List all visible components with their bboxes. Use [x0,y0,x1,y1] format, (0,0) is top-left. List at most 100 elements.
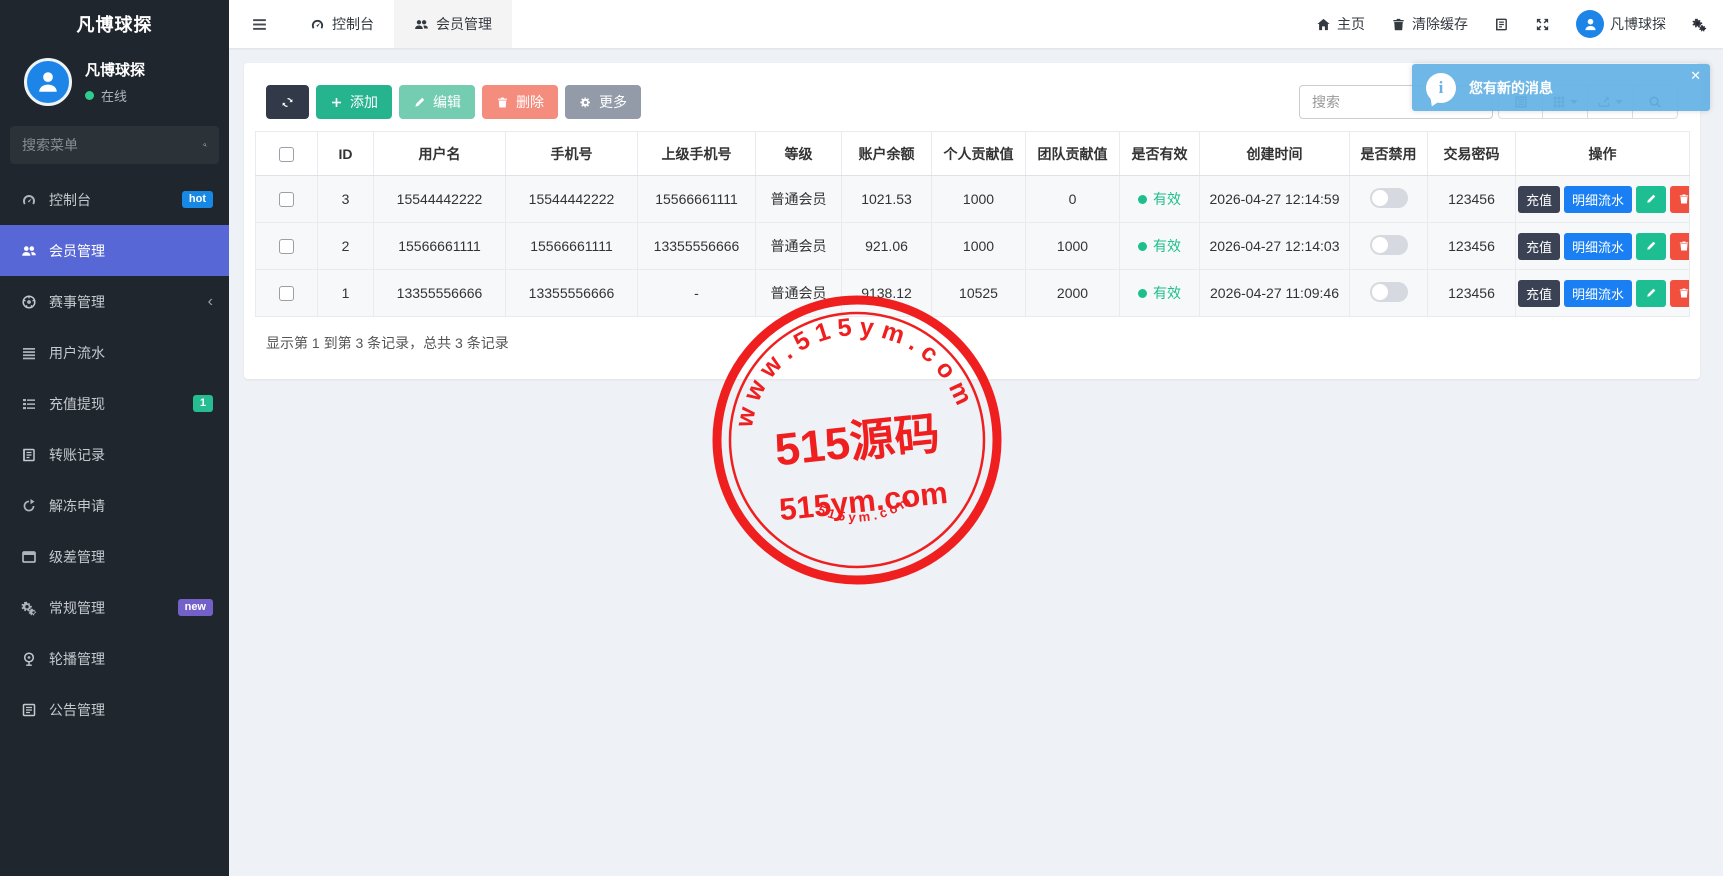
row-edit-button[interactable] [1636,280,1666,307]
row-delete-button[interactable] [1670,233,1689,260]
main-content: 添加 编辑 删除 更多 [229,48,1723,876]
profile-name: 凡博球探 [85,59,145,80]
table-row: 3155444422221554444222215566661111普通会员10… [256,176,1690,223]
home-icon [1316,17,1331,32]
recharge-button[interactable]: 充值 [1518,186,1560,213]
sidebar-item-label: 轮播管理 [49,649,213,669]
cogs-icon [21,600,37,616]
sidebar-item-6[interactable]: 转账记录 [0,429,229,480]
sidebar-menu: 控制台hot会员管理赛事管理‹用户流水充值提现1转账记录解冻申请级差管理常规管理… [0,174,229,735]
sidebar-item-2[interactable]: 会员管理 [0,225,229,276]
cell-username: 15566661111 [374,223,506,270]
trash-icon [1391,17,1406,32]
cell-actions: 充值明细流水 [1516,270,1690,317]
notification-toast: i 您有新的消息 ✕ [1412,64,1710,111]
row-edit-button[interactable] [1636,233,1666,260]
edit-button[interactable]: 编辑 [399,85,475,119]
row-checkbox[interactable] [279,286,294,301]
trash-icon [1678,193,1689,205]
cell-trade-password: 123456 [1428,176,1516,223]
sidebar-item-7[interactable]: 解冻申请 [0,480,229,531]
cell-username: 13355556666 [374,270,506,317]
sidebar-item-11[interactable]: 公告管理 [0,684,229,735]
users-icon [414,17,429,32]
sidebar-item-5[interactable]: 充值提现1 [0,378,229,429]
status-dot-icon [1138,195,1147,204]
carousel-icon [21,651,37,667]
disable-toggle[interactable] [1370,188,1408,208]
sidebar-item-10[interactable]: 轮播管理 [0,633,229,684]
top-navbar: 控制台 会员管理 主页 清除缓存 凡博球探 [229,0,1723,48]
sidebar-toggle-button[interactable] [229,0,290,48]
sidebar-item-label: 充值提现 [49,394,193,414]
status-valid: 有效 [1138,283,1181,303]
sidebar-item-label: 赛事管理 [49,292,208,312]
table-row: 11335555666613355556666-普通会员9138.1210525… [256,270,1690,317]
soccer-icon [21,294,37,310]
sidebar-item-1[interactable]: 控制台hot [0,174,229,225]
book-icon [21,447,37,463]
settings-button[interactable] [1692,17,1707,32]
sidebar-item-label: 会员管理 [49,241,213,261]
toast-close-button[interactable]: ✕ [1690,69,1701,82]
log-button[interactable] [1494,17,1509,32]
refresh-button[interactable] [266,85,309,119]
delete-button[interactable]: 删除 [482,85,558,119]
sidebar-item-4[interactable]: 用户流水 [0,327,229,378]
members-table: ID用户名 手机号上级手机号 等级账户余额 个人贡献值团队贡献值 是否有效创建时… [255,131,1690,317]
disable-toggle[interactable] [1370,282,1408,302]
row-delete-button[interactable] [1670,186,1689,213]
tab-dashboard[interactable]: 控制台 [290,0,394,48]
cell-created-time: 2026-04-27 11:09:46 [1200,270,1350,317]
detail-flow-button[interactable]: 明细流水 [1564,280,1632,307]
cell-id: 2 [318,223,374,270]
tab-members[interactable]: 会员管理 [394,0,512,48]
user-profile: 凡博球探 在线 [0,48,229,118]
sidebar-item-9[interactable]: 常规管理new [0,582,229,633]
row-checkbox[interactable] [279,239,294,254]
more-button[interactable]: 更多 [565,85,641,119]
sidebar-item-label: 解冻申请 [49,496,213,516]
sidebar-badge: new [178,599,213,616]
recharge-button[interactable]: 充值 [1518,280,1560,307]
sidebar-item-label: 公告管理 [49,700,213,720]
trash-icon [1678,287,1689,299]
pencil-icon [413,96,426,109]
detail-flow-button[interactable]: 明细流水 [1564,233,1632,260]
row-edit-button[interactable] [1636,186,1666,213]
toast-message: 您有新的消息 [1469,78,1553,98]
status-dot-icon [1138,289,1147,298]
online-status: 在线 [85,86,145,105]
clear-cache-button[interactable]: 清除缓存 [1391,14,1468,34]
fullscreen-button[interactable] [1535,17,1550,32]
log-book-icon [1494,17,1509,32]
cell-personal-contribution: 1000 [932,223,1026,270]
record-summary: 显示第 1 到第 3 条记录，总共 3 条记录 [266,333,1678,353]
pencil-icon [1645,193,1657,205]
sidebar-badge: 1 [193,395,213,412]
recharge-button[interactable]: 充值 [1518,233,1560,260]
avatar[interactable] [24,58,72,106]
home-link[interactable]: 主页 [1316,14,1365,34]
brand-title: 凡博球探 [0,0,229,48]
online-dot-icon [85,91,94,100]
disable-toggle[interactable] [1370,235,1408,255]
sidebar-item-8[interactable]: 级差管理 [0,531,229,582]
user-menu[interactable]: 凡博球探 [1576,10,1666,38]
sidebar-item-3[interactable]: 赛事管理‹ [0,276,229,327]
refresh-icon [281,96,294,109]
detail-flow-button[interactable]: 明细流水 [1564,186,1632,213]
cell-personal-contribution: 1000 [932,176,1026,223]
cell-id: 1 [318,270,374,317]
add-button[interactable]: 添加 [316,85,392,119]
cell-balance: 1021.53 [842,176,932,223]
cell-username: 15544442222 [374,176,506,223]
cell-personal-contribution: 10525 [932,270,1026,317]
row-checkbox[interactable] [279,192,294,207]
table-row: 2155666611111556666111113355556666普通会员92… [256,223,1690,270]
row-delete-button[interactable] [1670,280,1689,307]
select-all-checkbox[interactable] [279,147,294,162]
sidebar-item-label: 常规管理 [49,598,178,618]
menu-search-input[interactable] [22,137,203,153]
cell-phone: 15566661111 [506,223,638,270]
